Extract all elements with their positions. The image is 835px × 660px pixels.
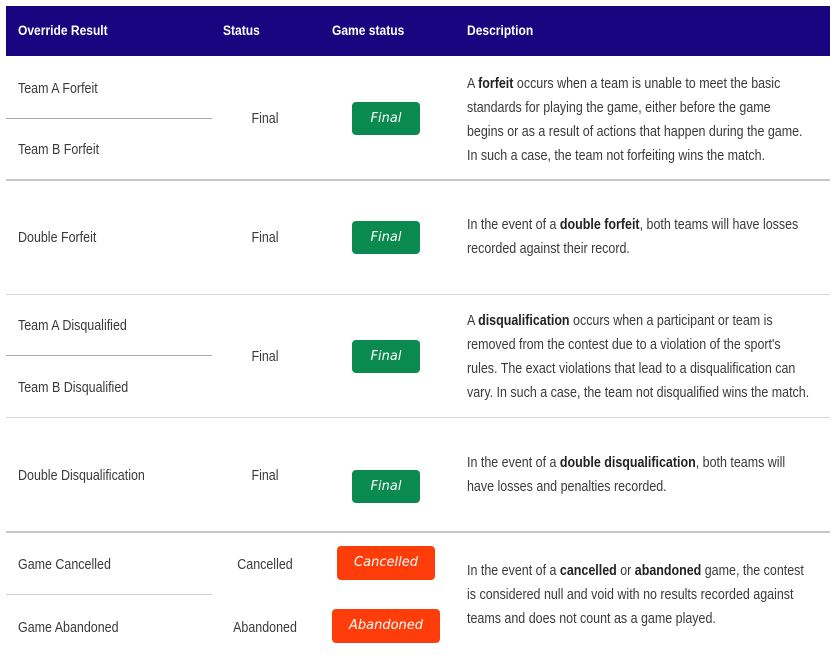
result-team-b-disqualified: Team B Disqualified xyxy=(18,380,129,396)
final-badge: Final xyxy=(352,102,420,135)
description-double-forfeit: In the event of a double forfeit, both t… xyxy=(467,217,799,257)
status-text: Abandoned xyxy=(233,620,297,636)
result-game-cancelled: Game Cancelled xyxy=(18,557,111,573)
row-divider xyxy=(6,531,830,533)
status-text: Final xyxy=(251,349,279,365)
row-divider xyxy=(6,594,212,595)
description-disqualification: A disqualification occurs when a partici… xyxy=(467,313,810,401)
description-forfeit: A forfeit occurs when a team is unable t… xyxy=(467,76,803,164)
final-badge: Final xyxy=(352,221,420,254)
result-double-forfeit: Double Forfeit xyxy=(18,230,97,246)
description-double-disqualification: In the event of a double disqualificatio… xyxy=(467,455,786,495)
result-double-disqualification: Double Disqualification xyxy=(18,468,145,484)
header-game-status: Game status xyxy=(332,22,405,38)
result-team-a-disqualified: Team A Disqualified xyxy=(18,318,127,334)
result-game-abandoned: Game Abandoned xyxy=(18,620,119,636)
header-override-result: Override Result xyxy=(18,22,108,38)
header-status: Status xyxy=(223,22,260,38)
row-divider xyxy=(6,118,212,119)
status-text: Final xyxy=(251,468,279,484)
final-badge: Final xyxy=(352,340,420,373)
final-badge: Final xyxy=(352,470,420,503)
abandoned-badge: Abandoned xyxy=(332,609,440,643)
row-divider xyxy=(6,179,830,181)
table-header: Override Result Status Game status Descr… xyxy=(6,6,830,56)
row-divider xyxy=(6,294,830,295)
status-text: Cancelled xyxy=(237,557,293,573)
result-team-a-forfeit: Team A Forfeit xyxy=(18,81,98,97)
row-divider xyxy=(6,417,830,418)
description-cancelled-abandoned: In the event of a cancelled or abandoned… xyxy=(467,563,804,627)
result-team-b-forfeit: Team B Forfeit xyxy=(18,142,100,158)
status-text: Final xyxy=(251,111,279,127)
cancelled-badge: Cancelled xyxy=(337,546,435,580)
row-divider xyxy=(6,355,212,356)
header-description: Description xyxy=(467,22,534,38)
status-text: Final xyxy=(251,230,279,246)
